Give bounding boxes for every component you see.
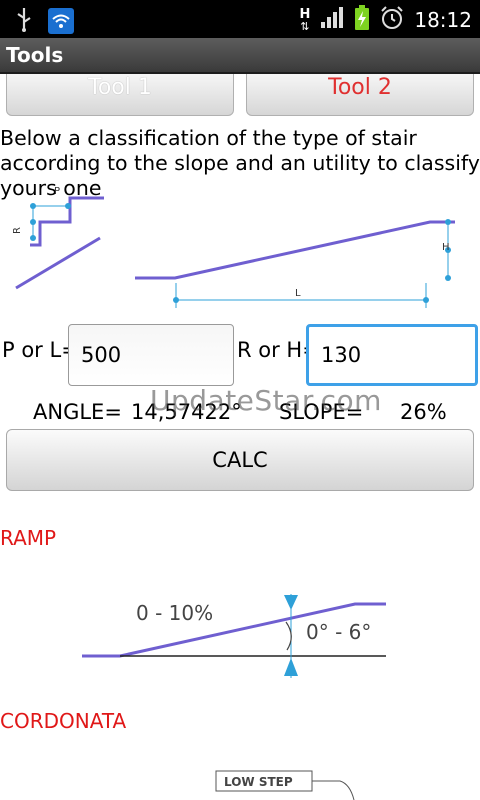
- ramp-angle-range: 0° - 6°: [306, 620, 371, 644]
- r-or-h-input[interactable]: [306, 324, 478, 386]
- watermark: UpdateStar.com: [150, 384, 382, 417]
- ramp-diagram: H L: [135, 219, 455, 308]
- network-type-icon: H ⇅: [299, 7, 311, 33]
- tab-tool-1[interactable]: Tool 1: [6, 74, 234, 116]
- ramp-slope-range: 0 - 10%: [136, 601, 213, 625]
- cordonata-diagram: LOW STEP: [215, 770, 355, 800]
- stair-diagram: P R: [12, 186, 104, 290]
- stair-p-label: P: [54, 186, 60, 197]
- low-step-label: LOW STEP: [224, 775, 293, 789]
- ramp-l-label: L: [295, 288, 301, 299]
- signal-icon: [320, 7, 344, 33]
- slope-value: 26%: [400, 400, 447, 424]
- battery-charging-icon: [354, 5, 370, 35]
- wifi-icon: [48, 8, 74, 34]
- calc-button[interactable]: CALC: [6, 429, 474, 491]
- ramp-slope-diagram: 0 - 10% 0° - 6°: [82, 594, 386, 678]
- alarm-icon: [380, 6, 404, 34]
- angle-label: ANGLE=: [33, 400, 122, 424]
- usb-icon: [14, 6, 34, 36]
- ramp-section-title: RAMP: [0, 526, 57, 550]
- status-bar: H ⇅ 18:12: [0, 0, 480, 38]
- stair-r-label: R: [12, 227, 23, 234]
- tab-bar: Tool 1 Tool 2: [0, 74, 480, 118]
- cordonata-section-title: CORDONATA: [0, 709, 127, 733]
- app-title-bar: Tools: [0, 38, 480, 74]
- tab-tool-2[interactable]: Tool 2: [246, 74, 474, 116]
- p-or-l-input[interactable]: [68, 324, 234, 386]
- ramp-h-label: H: [442, 242, 450, 253]
- app-title: Tools: [6, 43, 64, 67]
- clock: 18:12: [414, 8, 472, 32]
